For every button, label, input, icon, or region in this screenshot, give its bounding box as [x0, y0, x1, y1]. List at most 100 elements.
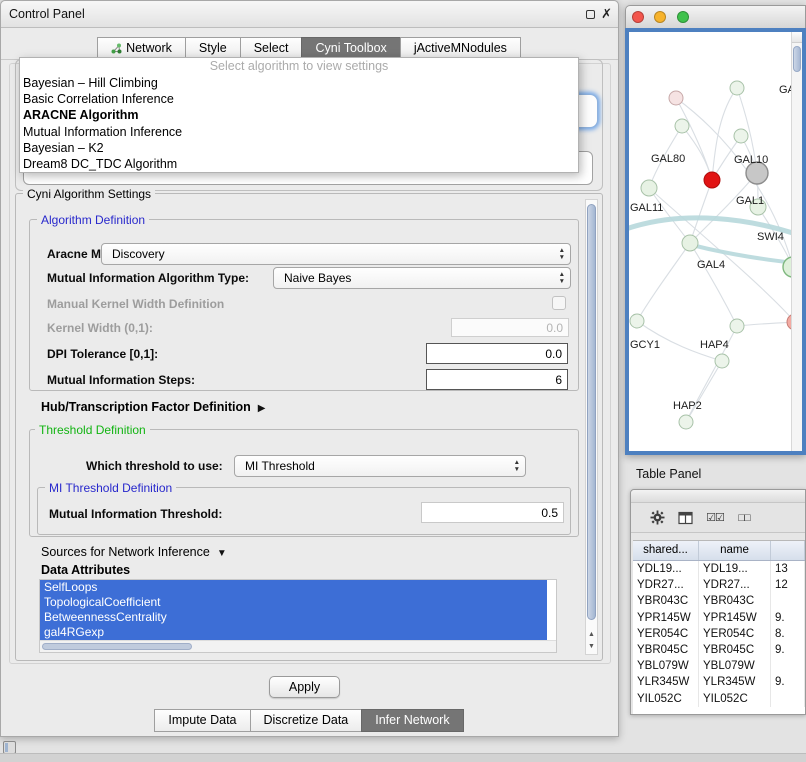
select-all-icon[interactable]: ☑☑ [704, 508, 726, 528]
table-row[interactable]: YBR043CYBR043C [633, 593, 805, 609]
threshold-combobox[interactable]: MI Threshold ▲▼ [234, 455, 526, 477]
attribute-list: SelfLoopsTopologicalCoefficientBetweenne… [40, 580, 556, 640]
column-header-shared[interactable]: shared... [633, 541, 699, 560]
table-row[interactable]: YDR27...YDR27...12 [633, 577, 805, 593]
network-edge [649, 188, 795, 322]
scroll-down-icon[interactable]: ▼ [586, 641, 597, 653]
close-traffic-light-icon[interactable] [632, 11, 644, 23]
table-row[interactable]: YPR145WYPR145W9. [633, 610, 805, 626]
listbox-horizontal-scrollbar[interactable] [40, 640, 556, 652]
network-node[interactable] [630, 314, 644, 328]
data-attributes-listbox[interactable]: SelfLoopsTopologicalCoefficientBetweenne… [39, 579, 557, 653]
node-label: HAP2 [673, 400, 702, 412]
tab-label: Infer Network [375, 710, 449, 731]
table-window-titlebar[interactable] [631, 490, 805, 503]
tab-discretize-data[interactable]: Discretize Data [250, 709, 363, 732]
table-cell: YLR345W [633, 674, 699, 690]
algorithm-option-basic-correlation-inference[interactable]: Basic Correlation Inference [20, 91, 578, 107]
column-header-name[interactable]: name [699, 541, 771, 560]
network-window-titlebar[interactable] [625, 5, 806, 28]
network-node[interactable] [675, 119, 689, 133]
table-row[interactable]: YBR045CYBR045C9. [633, 642, 805, 658]
network-graph[interactable]: GALGAL80GAL10GAL11GAL1SWI4GAL4GCY1HAP4HA… [629, 32, 802, 451]
network-node[interactable] [730, 319, 744, 333]
table-cell [771, 691, 805, 707]
table-panel-window: ☑☑ □□ shared...name YDL19...YDL19...13YDR… [630, 489, 806, 715]
scrollbar-thumb[interactable] [587, 204, 596, 620]
algorithm-option-dream8-dc-tdc-algorithm[interactable]: Dream8 DC_TDC Algorithm [20, 156, 578, 172]
settings-group-title: Cyni Algorithm Settings [23, 187, 155, 201]
dpi-tolerance-field[interactable] [426, 343, 568, 364]
kernel-width-field[interactable] [451, 318, 569, 337]
network-edge [649, 188, 690, 243]
network-scrollbar[interactable] [791, 32, 802, 451]
float-window-icon[interactable] [586, 10, 595, 19]
table-row[interactable]: YDL19...YDL19...13 [633, 561, 805, 577]
network-node[interactable] [734, 129, 748, 143]
network-canvas[interactable]: GALGAL80GAL10GAL11GAL1SWI4GAL4GCY1HAP4HA… [625, 28, 806, 455]
table-row[interactable]: YER054CYER054C8. [633, 626, 805, 642]
attribute-item-betweennesscentrality[interactable]: BetweennessCentrality [40, 610, 547, 625]
attribute-item-topologicalcoefficient[interactable]: TopologicalCoefficient [40, 595, 547, 610]
settings-scrollbar[interactable]: ▲ ▼ [585, 199, 598, 655]
table-row[interactable]: YLR345WYLR345W9. [633, 674, 805, 690]
minimize-traffic-light-icon[interactable] [654, 11, 666, 23]
table-row[interactable]: YIL052CYIL052C [633, 691, 805, 707]
network-node[interactable] [679, 415, 693, 429]
columns-icon[interactable] [675, 508, 697, 528]
algorithm-option-aracne-algorithm[interactable]: ARACNE Algorithm [20, 107, 578, 123]
algorithm-option-bayesian-hill-climbing[interactable]: Bayesian – Hill Climbing [20, 75, 578, 91]
network-node[interactable] [669, 91, 683, 105]
attribute-item-selfloops[interactable]: SelfLoops [40, 580, 547, 595]
tab-infer-network[interactable]: Infer Network [361, 709, 463, 732]
network-node[interactable] [715, 354, 729, 368]
mi-steps-field[interactable] [426, 369, 568, 390]
attribute-item-gal4rgexp[interactable]: gal4RGexp [40, 625, 547, 640]
table-cell: YIL052C [699, 691, 771, 707]
scrollbar-thumb[interactable] [42, 643, 192, 650]
network-node[interactable] [704, 172, 720, 188]
scrollbar-thumb[interactable] [793, 46, 801, 72]
network-node[interactable] [641, 180, 657, 196]
close-icon[interactable]: ✗ [601, 6, 612, 22]
screen: Control Panel ✗ NetworkStyleSelectCyni T… [0, 0, 806, 762]
mi-algorithm-type-combobox[interactable]: Naive Bayes ▲▼ [273, 267, 571, 289]
table-cell: YBR043C [633, 593, 699, 609]
threshold-definition-title: Threshold Definition [35, 423, 150, 437]
tab-label: Select [254, 38, 289, 59]
column-header-col-2[interactable] [771, 541, 805, 560]
combobox-arrows-icon: ▲▼ [559, 247, 565, 261]
tab-label: Network [126, 38, 172, 59]
zoom-traffic-light-icon[interactable] [677, 11, 689, 23]
table-toolbar: ☑☑ □□ [631, 503, 805, 533]
table-row[interactable]: YBL079WYBL079W [633, 658, 805, 674]
clear-all-icon[interactable]: □□ [733, 508, 755, 528]
apply-button[interactable]: Apply [269, 676, 340, 698]
mi-threshold-label: Mutual Information Threshold: [49, 507, 222, 521]
scroll-up-icon[interactable]: ▲ [586, 629, 597, 641]
mi-threshold-field[interactable] [421, 502, 564, 523]
table-cell: 9. [771, 642, 805, 658]
algorithm-dropdown-list: Select algorithm to view settings Bayesi… [19, 57, 579, 173]
manual-kernel-width-checkbox[interactable] [552, 296, 566, 310]
sources-section-header[interactable]: Sources for Network Inference▼ [41, 545, 227, 559]
network-view-window: GALGAL80GAL10GAL11GAL1SWI4GAL4GCY1HAP4HA… [625, 5, 806, 455]
mi-algorithm-type-label: Mutual Information Algorithm Type: [47, 271, 249, 285]
table-cell: YPR145W [633, 610, 699, 626]
tab-label: Style [199, 38, 227, 59]
gear-icon[interactable] [646, 508, 668, 528]
scroll-button-icon[interactable] [792, 32, 802, 43]
network-edge [682, 126, 712, 180]
algorithm-option-bayesian-k2[interactable]: Bayesian – K2 [20, 140, 578, 156]
tab-impute-data[interactable]: Impute Data [154, 709, 250, 732]
combobox-arrows-icon: ▲▼ [559, 271, 565, 285]
algorithm-option-mutual-information-inference[interactable]: Mutual Information Inference [20, 124, 578, 140]
network-node[interactable] [730, 81, 744, 95]
hub-transcription-factor-section[interactable]: Hub/Transcription Factor Definition▶ [41, 400, 265, 414]
network-node[interactable] [682, 235, 698, 251]
node-label: GAL80 [651, 153, 685, 165]
expanded-arrow-icon: ▼ [217, 548, 227, 559]
tab-label: Impute Data [168, 710, 236, 731]
combobox-arrows-icon: ▲▼ [514, 459, 520, 473]
aracne-mode-combobox[interactable]: Discovery ▲▼ [101, 243, 571, 265]
